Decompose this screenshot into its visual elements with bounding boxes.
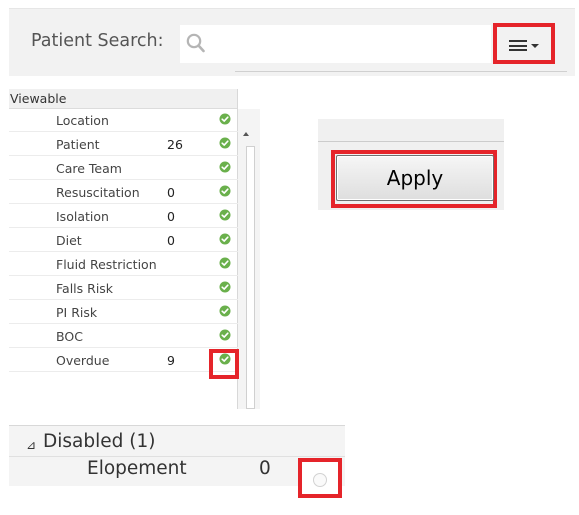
list-item-count: 26 — [167, 137, 183, 152]
list-item-name: Care Team — [56, 161, 122, 176]
list-item-count: 0 — [167, 209, 175, 224]
list-item-name: Resuscitation — [56, 185, 140, 200]
list-item: Patient 26 — [9, 133, 238, 156]
search-icon — [186, 33, 205, 53]
patient-search-label: Patient Search: — [31, 31, 164, 51]
scrollbar-thumb[interactable] — [246, 146, 255, 409]
checkmark-circle-icon[interactable] — [219, 113, 231, 125]
list-item-name: Overdue — [56, 353, 110, 368]
list-item: Care Team — [9, 157, 238, 180]
checkmark-circle-icon[interactable] — [219, 329, 231, 341]
list-item-name: Falls Risk — [56, 281, 114, 296]
list-item: Falls Risk — [9, 277, 238, 300]
list-item-name: Location — [56, 113, 109, 128]
checkmark-circle-icon[interactable] — [219, 257, 231, 269]
collapse-toggle-icon[interactable]: ⊿ — [26, 438, 36, 452]
list-item-name: BOC — [56, 329, 83, 344]
disabled-section: ⊿ Disabled (1) Elopement 0 — [9, 418, 345, 498]
checkmark-circle-icon[interactable] — [219, 305, 231, 317]
list-item: BOC — [9, 325, 238, 348]
viewable-columns-panel: Viewable Location Patient 26 Care Team Resus… — [9, 89, 260, 409]
patient-search-input[interactable] — [180, 25, 491, 63]
list-item: PI Risk — [9, 301, 238, 324]
checkmark-circle-icon[interactable] — [219, 161, 231, 173]
list-item-count: 9 — [167, 353, 175, 368]
patient-search-bar: Patient Search: — [9, 8, 575, 76]
elopement-label: Elopement — [87, 458, 187, 479]
list-item: Resuscitation 0 — [9, 181, 238, 204]
divider — [318, 141, 504, 142]
checkmark-circle-icon[interactable] — [219, 185, 231, 197]
chevron-down-icon — [531, 44, 539, 48]
scrollbar[interactable] — [238, 109, 260, 409]
apply-button[interactable]: Apply — [336, 155, 494, 201]
list-item-name: Isolation — [56, 209, 109, 224]
hamburger-menu-icon — [509, 40, 527, 51]
divider — [9, 456, 345, 457]
list-item: Isolation 0 — [9, 205, 238, 228]
list-item: Location — [9, 109, 238, 132]
list-item-name: Fluid Restriction — [56, 257, 157, 272]
list-item-count: 0 — [167, 185, 175, 200]
list-item-name: Diet — [56, 233, 82, 248]
disabled-group-label: Disabled (1) — [43, 431, 156, 452]
list-item-count: 0 — [167, 233, 175, 248]
scroll-up-arrow-icon[interactable] — [243, 132, 249, 136]
viewable-header: Viewable — [9, 89, 238, 109]
menu-dropdown-button[interactable] — [493, 23, 555, 64]
list-item-name: PI Risk — [56, 305, 98, 320]
checkmark-circle-icon[interactable] — [219, 233, 231, 245]
checkmark-circle-icon[interactable] — [219, 137, 231, 149]
elopement-checkbox-highlight — [298, 458, 342, 498]
list-item: Fluid Restriction — [9, 253, 238, 276]
divider — [9, 418, 345, 426]
list-item: Overdue 9 — [9, 349, 238, 372]
divider — [9, 8, 575, 9]
list-item: Diet 0 — [9, 229, 238, 252]
elopement-count: 0 — [259, 458, 271, 479]
checkmark-circle-icon[interactable] — [219, 281, 231, 293]
divider — [235, 71, 567, 72]
apply-panel: Apply — [318, 119, 504, 210]
unchecked-circle-icon[interactable] — [313, 473, 327, 487]
boc-checkbox-highlight — [209, 349, 239, 379]
checkmark-circle-icon[interactable] — [219, 209, 231, 221]
list-item-name: Patient — [56, 137, 100, 152]
